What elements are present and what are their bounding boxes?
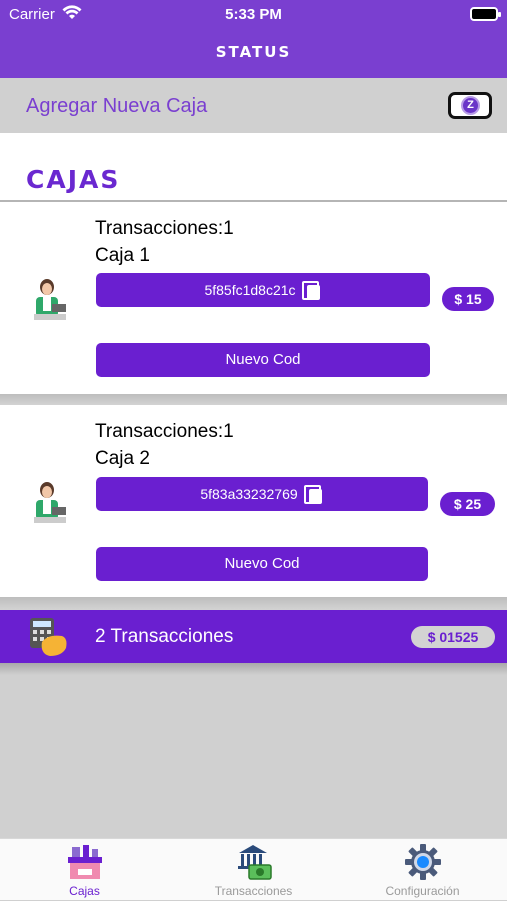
bank-icon	[238, 845, 272, 880]
card-separator	[0, 597, 507, 610]
summary-bar: 2 Transacciones $ 01525	[0, 610, 507, 663]
tab-label: Transacciones	[214, 884, 293, 898]
summary-shadow	[0, 663, 507, 675]
new-code-button[interactable]: Nuevo Cod	[96, 547, 428, 581]
battery-icon	[470, 7, 501, 21]
boxes-section-header: CAJAS	[0, 133, 507, 200]
summary-label: 2 Transacciones	[95, 626, 234, 647]
tab-transacciones[interactable]: Transacciones	[169, 839, 338, 901]
box-card: Transacciones:1 Caja 2 5f83a33232769 $ 2…	[0, 405, 507, 597]
tab-cajas[interactable]: Cajas	[0, 839, 169, 901]
calculator-hand-icon	[30, 618, 67, 656]
box-code-button[interactable]: 5f83a33232769	[96, 477, 428, 511]
box-code: 5f85fc1d8c21c	[204, 282, 296, 298]
box-name: Caja 1	[95, 245, 150, 266]
clock: 5:33 PM	[225, 6, 282, 23]
cashier-icon	[34, 279, 66, 320]
register-icon	[68, 845, 102, 879]
z-coin-icon: Z	[461, 96, 480, 115]
tab-label: Configuración	[385, 884, 460, 898]
new-code-button[interactable]: Nuevo Cod	[96, 343, 430, 377]
box-card: Transacciones:1 Caja 1 5f85fc1d8c21c $ 1…	[0, 202, 507, 394]
box-transactions: Transacciones:1	[95, 218, 234, 239]
nav-bar: STATUS	[0, 30, 507, 78]
status-bar: Carrier 5:33 PM	[0, 0, 507, 30]
tab-bar: Cajas Transacciones Configuración	[0, 838, 507, 900]
box-amount-badge: $ 15	[442, 287, 494, 311]
section-heading: CAJAS	[26, 165, 121, 194]
copy-icon[interactable]	[303, 485, 324, 505]
box-amount-badge: $ 25	[440, 492, 495, 516]
page-title: STATUS	[215, 43, 292, 61]
total-badge: $ 01525	[411, 626, 495, 648]
tab-configuracion[interactable]: Configuración	[338, 839, 507, 901]
gear-icon	[405, 844, 441, 880]
add-box-label[interactable]: Agregar Nueva Caja	[26, 95, 207, 118]
box-code-button[interactable]: 5f85fc1d8c21c	[96, 273, 430, 307]
cashier-icon	[34, 482, 66, 523]
tab-label: Cajas	[69, 884, 100, 898]
card-separator	[0, 394, 507, 405]
copy-icon[interactable]	[301, 281, 322, 301]
z-button[interactable]: Z	[448, 92, 492, 119]
box-name: Caja 2	[95, 448, 150, 469]
add-box-row[interactable]: Agregar Nueva Caja Z	[0, 78, 507, 133]
box-code: 5f83a33232769	[200, 486, 298, 502]
box-transactions: Transacciones:1	[95, 421, 234, 442]
